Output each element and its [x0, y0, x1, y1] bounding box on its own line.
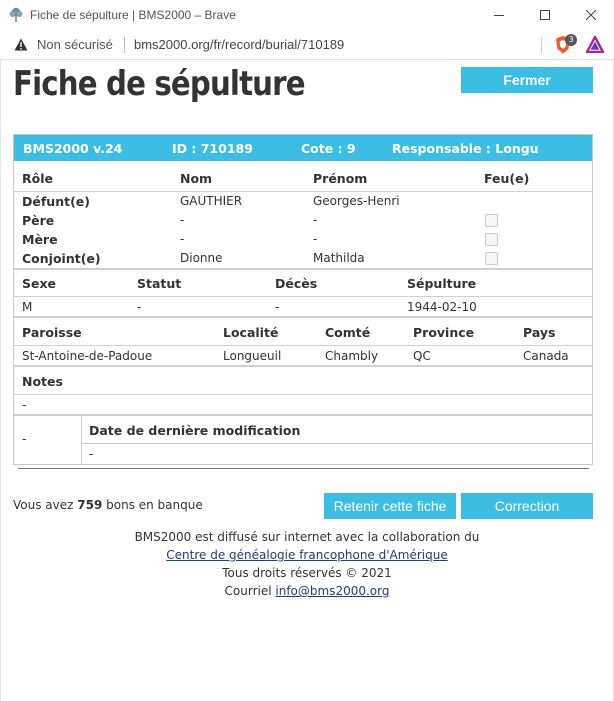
col-header-pays: Pays [523, 325, 556, 340]
minimize-icon [494, 15, 504, 16]
collab-text: BMS2000 est diffusé sur internet avec la… [134, 530, 480, 544]
close-icon [586, 10, 596, 20]
person-role: Mère [22, 232, 58, 247]
value-deces: - [275, 300, 280, 314]
warning-icon[interactable] [14, 38, 28, 51]
window-titlebar: Fiche de sépulture | BMS2000 – Brave [0, 0, 614, 30]
record-cote: Cote : 9 [301, 141, 356, 156]
person-role: Défunt(e) [22, 194, 90, 209]
mail-link[interactable]: info@bms2000.org [275, 584, 389, 598]
section-divider [14, 365, 592, 367]
person-nom: Dionne [180, 251, 223, 265]
col-header-province: Province [413, 325, 475, 340]
correction-button[interactable]: Correction [461, 493, 593, 519]
record-id: ID : 710189 [172, 141, 253, 156]
value-sexe: M [22, 300, 33, 314]
person-nom: - [180, 213, 185, 227]
rights-text: Tous droits réservés © 2021 [222, 566, 392, 580]
section-divider [14, 268, 592, 270]
value-localite: Longueuil [223, 349, 282, 363]
close-button[interactable]: Fermer [461, 67, 593, 93]
collab-link[interactable]: Centre de généalogie francophone d'Améri… [166, 548, 447, 562]
person-prenom: - [313, 213, 318, 227]
person-role: Conjoint(e) [22, 251, 101, 266]
content-rule [18, 468, 589, 469]
notes-value: - [22, 398, 27, 412]
col-header-statut: Statut [137, 276, 182, 291]
col-header-paroisse: Paroisse [22, 325, 82, 340]
mail-prefix: Courriel [224, 584, 276, 598]
app-tree-icon [9, 7, 23, 22]
value-paroisse: St-Antoine-de-Padoue [22, 349, 153, 363]
col-header-sexe: Sexe [22, 276, 57, 291]
value-province: QC [413, 349, 431, 363]
section-divider [14, 316, 592, 318]
col-header-role: Rôle [22, 171, 53, 186]
window-title: Fiche de sépulture | BMS2000 – Brave [30, 8, 236, 22]
last-mod-value: - [89, 447, 94, 461]
close-window-button[interactable] [568, 0, 614, 30]
last-mod-divider [81, 443, 593, 444]
col-header-comte: Comté [325, 325, 371, 340]
record-header-bar: BMS2000 v.24 ID : 710189 Cote : 9 Respon… [14, 135, 592, 161]
page-title: Fiche de sépulture [13, 64, 306, 104]
points-balance: Vous avez 759 bons en banque [13, 498, 203, 512]
address-bar[interactable]: Non sécurisé bms2000.org/fr/record/buria… [0, 30, 614, 60]
record-version: BMS2000 v.24 [23, 141, 123, 156]
points-value: 759 [77, 498, 103, 512]
mail-line: Courriel info@bms2000.org [0, 584, 614, 598]
collab-line: Centre de généalogie francophone d'Améri… [0, 548, 614, 562]
minimize-button[interactable] [476, 0, 522, 30]
notes-label: Notes [22, 374, 63, 389]
last-mod-label: Date de dernière modification [89, 423, 301, 438]
points-suffix: bons en banque [102, 498, 203, 512]
last-mod-left-value: - [22, 432, 27, 446]
url-text[interactable]: bms2000.org/fr/record/burial/710189 [134, 37, 344, 52]
maximize-button[interactable] [522, 0, 568, 30]
status-header-divider [14, 296, 592, 297]
points-prefix: Vous avez [13, 498, 78, 512]
burial-record-card: BMS2000 v.24 ID : 710189 Cote : 9 Respon… [13, 134, 593, 465]
address-divider [124, 37, 125, 53]
notes-divider [14, 394, 592, 395]
record-responsable: Responsable : Longu [392, 141, 539, 156]
address-divider-right [541, 37, 542, 53]
deceased-checkbox-mere[interactable] [485, 233, 498, 246]
col-header-nom: Nom [180, 171, 213, 186]
shield-count-badge: 3 [565, 34, 577, 46]
col-header-feu: Feu(e) [484, 171, 530, 186]
person-role: Père [22, 213, 55, 228]
section-divider [14, 414, 592, 416]
value-statut: - [137, 300, 142, 314]
last-mod-column-divider [81, 416, 82, 464]
deceased-checkbox-conjoint[interactable] [485, 252, 498, 265]
insecure-label[interactable]: Non sécurisé [37, 37, 113, 52]
col-header-deces: Décès [275, 276, 318, 291]
person-nom: - [180, 232, 185, 246]
deceased-checkbox-pere[interactable] [485, 214, 498, 227]
value-comte: Chambly [325, 349, 379, 363]
col-header-sepulture: Sépulture [407, 276, 477, 291]
person-prenom: - [313, 232, 318, 246]
maximize-icon [540, 10, 550, 20]
value-sepulture: 1944-02-10 [407, 300, 477, 314]
people-header-divider [14, 191, 592, 192]
keep-record-button[interactable]: Retenir cette fiche [324, 493, 456, 519]
col-header-localite: Localité [223, 325, 279, 340]
person-nom: GAUTHIER [180, 194, 243, 208]
brave-rewards-icon[interactable] [586, 36, 604, 53]
value-pays: Canada [523, 349, 569, 363]
place-header-divider [14, 345, 592, 346]
person-prenom: Mathilda [313, 251, 365, 265]
person-prenom: Georges-Henri [313, 194, 400, 208]
col-header-prenom: Prénom [313, 171, 368, 186]
